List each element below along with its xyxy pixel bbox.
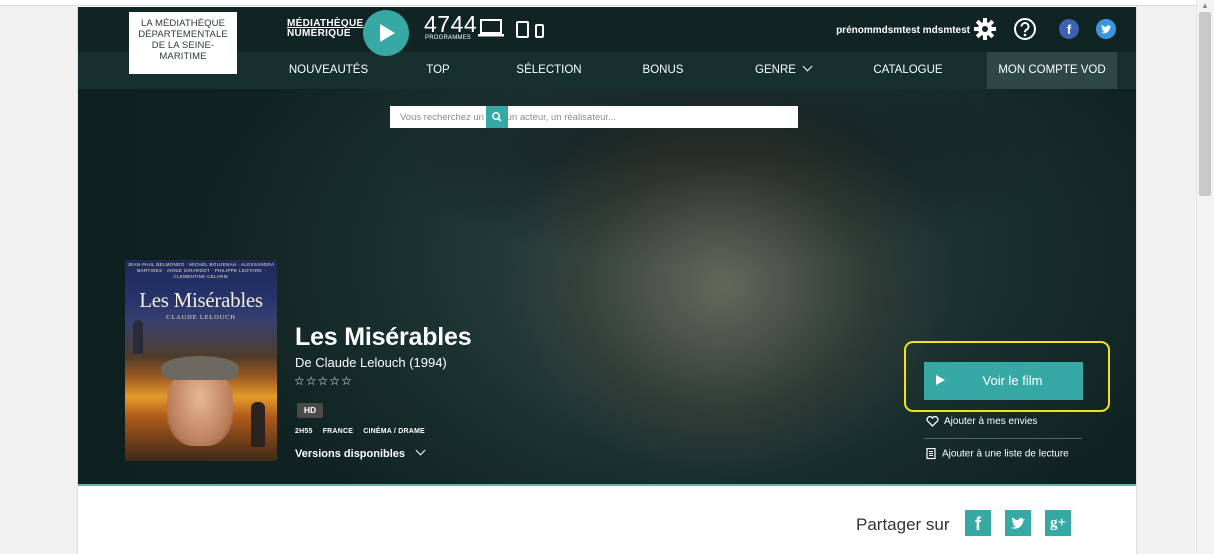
movie-director-year: De Claude Lelouch (1994) [295, 355, 447, 370]
poster-title: Les Misérables [139, 288, 263, 312]
nav-item-selection[interactable]: SÉLECTION [498, 52, 600, 89]
laptop-icon [478, 19, 504, 37]
wishlist-label: Ajouter à mes envies [944, 416, 1038, 428]
programs-label: PROGRAMMES [425, 35, 472, 41]
nav-item-mon-compte-vod[interactable]: MON COMPTE VOD [987, 52, 1117, 89]
scroll-up-arrow-icon[interactable]: ▲ [1201, 2, 1209, 10]
nav-item-top[interactable]: TOP [408, 52, 468, 89]
list-icon [926, 448, 936, 460]
mediatheque-logo[interactable]: LA MÉDIATHÈQUE DÉPARTEMENTALE DE LA SEIN… [129, 12, 237, 74]
page: LA MÉDIATHÈQUE DÉPARTEMENTALE DE LA SEIN… [78, 7, 1136, 554]
logo-line: MARITIME [159, 51, 207, 62]
nav-item-nouveautes[interactable]: NOUVEAUTÉS [271, 52, 386, 89]
nav-item-bonus[interactable]: BONUS [623, 52, 703, 89]
poster-hat [161, 356, 239, 380]
chevron-down-icon [802, 61, 813, 72]
phone-icon [535, 24, 544, 38]
heart-icon [926, 416, 939, 427]
brand-line-2: NUMÉRIQUE [287, 28, 351, 39]
poster-figure [251, 402, 265, 447]
left-gutter [0, 0, 78, 554]
versions-label: Versions disponibles [295, 448, 406, 460]
logo-line: LA MÉDIATHÈQUE [140, 18, 226, 29]
poster-director: CLAUDE LELOUCH [166, 314, 236, 321]
nav-item-genre[interactable]: GENRE [738, 52, 828, 89]
poster-cast-text: JEAN-PAUL BELMONDO · MICHEL BOUJENAH · A… [127, 262, 275, 279]
movie-duration: 2H55 [295, 428, 313, 435]
play-logo-icon[interactable] [363, 10, 409, 56]
poster-figure [133, 320, 143, 354]
rating-stars[interactable]: ☆☆☆☆☆ [294, 374, 353, 388]
add-to-playlist-link[interactable]: Ajouter à une liste de lecture [926, 448, 1069, 460]
help-icon[interactable] [1013, 17, 1037, 41]
logo-text: LA MÉDIATHÈQUE DÉPARTEMENTALE DE LA SEIN… [129, 18, 237, 62]
divider [924, 438, 1082, 439]
chevron-down-icon [415, 445, 426, 456]
window-top-edge [0, 0, 1196, 6]
programs-count: 4744 [424, 11, 478, 37]
highlight-annotation [904, 341, 1110, 412]
versions-dropdown[interactable]: Versions disponibles [295, 445, 426, 460]
right-gutter [1136, 0, 1196, 554]
user-account-name[interactable]: prénommdsmtest mdsmtest [778, 25, 970, 36]
playlist-label: Ajouter à une liste de lecture [942, 448, 1069, 460]
tablet-icon [516, 21, 529, 38]
share-label: Partager sur [856, 515, 950, 534]
movie-country: FRANCE [322, 428, 354, 435]
share-twitter-icon[interactable] [1005, 510, 1031, 536]
nav-item-catalogue[interactable]: CATALOGUE [853, 52, 963, 89]
share-facebook-icon[interactable]: f [965, 510, 991, 536]
brand-logo[interactable]: MÉDIATHÈQUE NUMÉRIQUE [287, 19, 363, 39]
movie-poster[interactable]: JEAN-PAUL BELMONDO · MICHEL BOUJENAH · A… [125, 260, 277, 461]
nav-genre-label: GENRE [755, 64, 796, 76]
search-icon[interactable] [486, 106, 508, 128]
search-bar [390, 106, 798, 128]
twitter-icon[interactable] [1096, 19, 1116, 39]
hero-bottom-border [78, 484, 1136, 486]
add-to-wishlist-link[interactable]: Ajouter à mes envies [926, 416, 1037, 427]
movie-title: Les Misérables [295, 323, 472, 351]
movie-meta: 2H55 FRANCE CINÉMA / DRAME [295, 428, 433, 435]
scrollbar-thumb[interactable] [1199, 12, 1211, 196]
search-input[interactable] [390, 106, 776, 128]
movie-genre: CINÉMA / DRAME [363, 428, 425, 435]
logo-line: DE LA SEINE- [151, 40, 215, 51]
logo-line: DÉPARTEMENTALE [138, 29, 228, 40]
share-google-plus-icon[interactable]: g+ [1045, 510, 1071, 536]
hd-badge: HD [297, 403, 323, 418]
facebook-icon[interactable]: f [1059, 19, 1079, 39]
gear-icon[interactable] [973, 17, 997, 41]
